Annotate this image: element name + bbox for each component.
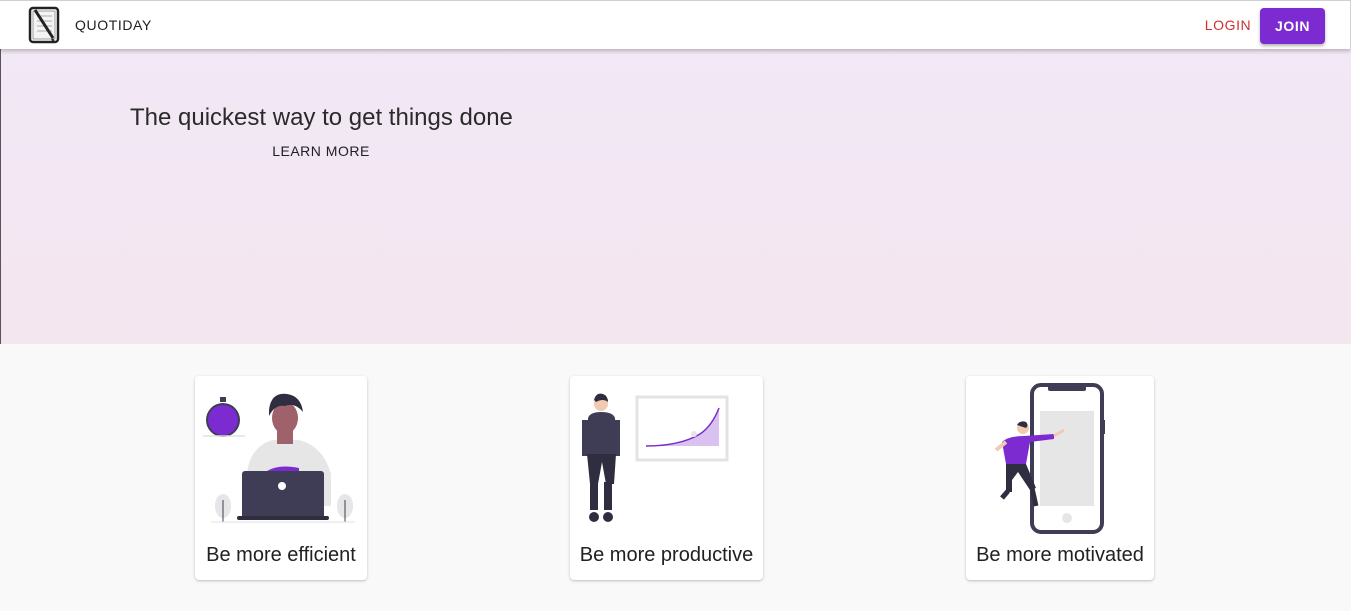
brand-name[interactable]: QUOTIDAY — [75, 17, 152, 33]
notebook-pen-icon[interactable] — [27, 6, 63, 44]
card-title-motivated: Be more motivated — [976, 544, 1144, 566]
person-jumping-phone-illustration — [994, 383, 1105, 534]
login-button[interactable]: LOGIN — [1196, 9, 1260, 41]
learn-more-button[interactable]: LEARN MORE — [267, 141, 375, 161]
hero-banner: The quickest way to get things done LEAR… — [0, 49, 1351, 344]
card-title-efficient: Be more efficient — [206, 544, 356, 566]
person-laptop-stopwatch-illustration — [203, 393, 355, 523]
join-button[interactable]: JOIN — [1260, 8, 1325, 44]
feature-card-productive: Be more productive — [570, 376, 763, 580]
card-title-productive: Be more productive — [579, 544, 754, 566]
feature-card-efficient: Be more efficient — [195, 376, 367, 580]
person-growth-chart-illustration — [582, 393, 729, 522]
hero-title: The quickest way to get things done — [130, 104, 513, 131]
app-bar: QUOTIDAY LOGIN JOIN — [0, 0, 1351, 49]
feature-card-motivated: Be more motivated — [966, 376, 1154, 580]
